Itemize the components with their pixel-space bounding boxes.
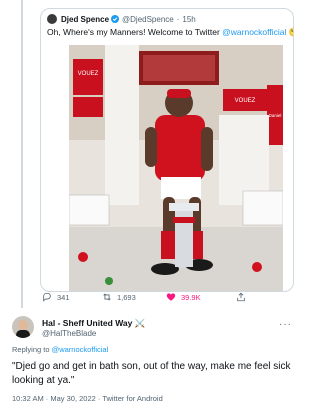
separator-dot: · xyxy=(176,14,180,24)
quoted-tweet-header: Djed Spence @DjedSpence · 15h xyxy=(47,13,196,25)
tweet-action-bar: 341 1,693 39.9K xyxy=(0,292,300,308)
share-icon xyxy=(237,292,245,302)
more-options-icon[interactable]: ··· xyxy=(279,319,292,330)
heart-icon xyxy=(166,293,176,301)
share-action[interactable] xyxy=(236,292,251,302)
retweet-icon xyxy=(103,293,111,301)
reply-author-handle[interactable]: @HalTheBlade xyxy=(42,329,96,338)
quoted-author-avatar[interactable] xyxy=(47,14,57,24)
replying-to-line: Replying to @warnockofficial xyxy=(12,345,108,354)
quoted-text-prefix: Oh, Where's my Manners! Welcome to Twitt… xyxy=(47,27,223,37)
tweet-timestamp[interactable]: 10:32 AM · May 30, 2022 · Twitter for An… xyxy=(12,394,163,403)
quoted-tweet-photo[interactable]: VOUEZ VOUEZ Daniel xyxy=(69,45,283,291)
reply-count: 341 xyxy=(57,292,70,302)
locker-sign-left: VOUEZ xyxy=(78,71,99,77)
locker-sign-right: VOUEZ xyxy=(235,98,256,104)
reply-tweet-text: "Djed go and get in bath son, out of the… xyxy=(12,361,291,386)
quoted-tweet-time[interactable]: 15h xyxy=(182,15,195,24)
like-count: 39.9K xyxy=(181,292,201,302)
mention-link[interactable]: @warnockofficial xyxy=(222,27,286,37)
reply-action[interactable]: 341 xyxy=(42,292,70,302)
kiss-emoji: 😘 xyxy=(289,27,293,37)
like-action[interactable]: 39.9K xyxy=(166,292,201,302)
reply-author-name[interactable]: Hal - Sheff United Way ⚔️ xyxy=(42,318,145,329)
retweet-action[interactable]: 1,693 xyxy=(102,292,136,302)
shirt-name-right: Daniel xyxy=(269,113,282,118)
replying-to-mention[interactable]: @warnockofficial xyxy=(52,345,109,354)
replying-prefix: Replying to xyxy=(12,345,52,354)
quoted-tweet-card[interactable]: Djed Spence @DjedSpence · 15h Oh, Where'… xyxy=(40,8,294,292)
reply-author-avatar[interactable] xyxy=(12,316,34,338)
quoted-author-handle[interactable]: @DjedSpence xyxy=(122,15,174,24)
retweet-count: 1,693 xyxy=(117,292,136,302)
reply-icon xyxy=(43,292,51,302)
quoted-author-name[interactable]: Djed Spence xyxy=(61,15,109,24)
thread-connector-line xyxy=(21,0,23,308)
quoted-tweet-text: Oh, Where's my Manners! Welcome to Twitt… xyxy=(47,27,293,38)
verified-badge-icon xyxy=(111,15,120,23)
